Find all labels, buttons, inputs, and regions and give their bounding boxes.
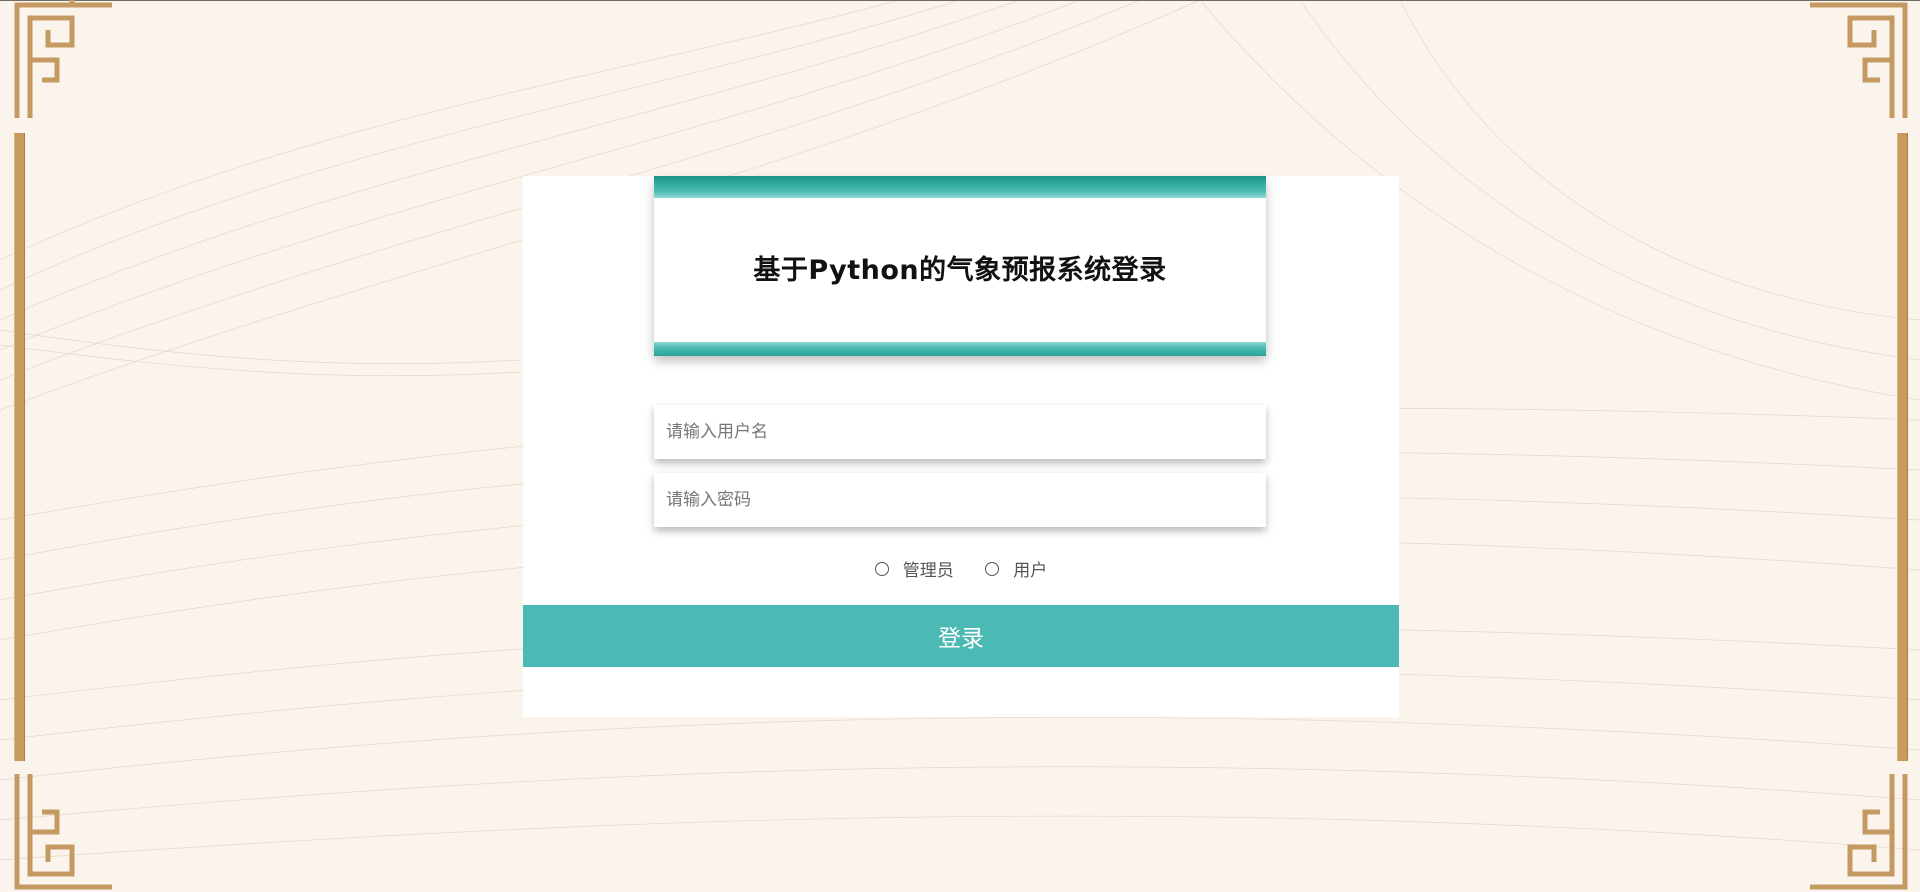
login-button[interactable]: 登录	[523, 605, 1399, 667]
password-input[interactable]	[654, 473, 1266, 527]
corner-ornament-bottom-left	[14, 774, 112, 890]
frame-side-bar-left	[14, 133, 25, 761]
frame-top-line	[0, 0, 1920, 1]
login-card: 基于Python的气象预报系统登录 管理员 用户 登录	[523, 176, 1399, 717]
corner-ornament-bottom-right	[1810, 774, 1908, 890]
password-field-wrapper	[654, 473, 1266, 527]
corner-ornament-top-right	[1810, 2, 1908, 118]
page-title: 基于Python的气象预报系统登录	[753, 255, 1167, 286]
username-field-wrapper	[654, 405, 1266, 459]
frame-side-bar-right	[1897, 133, 1908, 761]
role-option-user[interactable]: 用户	[985, 556, 1047, 581]
corner-ornament-top-left	[14, 0, 112, 118]
role-admin-label: 管理员	[902, 561, 954, 581]
username-input[interactable]	[654, 405, 1266, 459]
role-user-label: 用户	[1013, 561, 1048, 581]
role-selector: 管理员 用户	[523, 556, 1399, 581]
title-banner: 基于Python的气象预报系统登录	[654, 176, 1266, 356]
title-band-bottom	[654, 342, 1266, 356]
radio-unchecked-icon[interactable]	[985, 561, 1000, 576]
title-band-top	[654, 176, 1266, 198]
role-option-admin[interactable]: 管理员	[874, 556, 954, 581]
radio-unchecked-icon[interactable]	[874, 561, 889, 576]
